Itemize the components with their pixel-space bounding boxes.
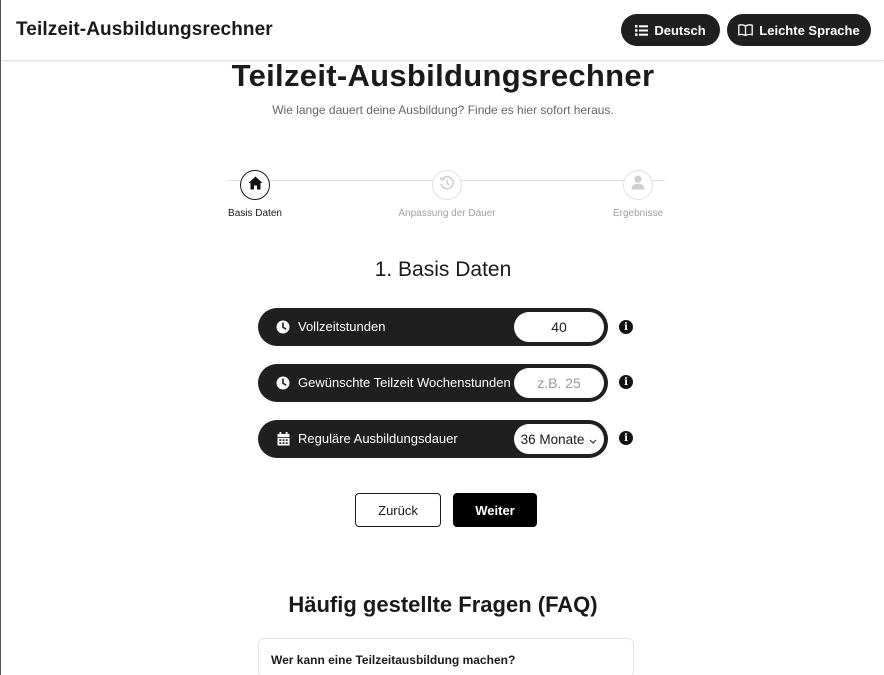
clock-icon — [275, 319, 291, 335]
ausbildungsdauer-selected: 36 Monate — [520, 431, 585, 447]
teilzeit-wochenstunden-input[interactable] — [514, 368, 604, 398]
faq-title: Häufig gestellte Fragen (FAQ) — [288, 592, 598, 617]
info-icon[interactable]: i — [619, 375, 633, 389]
faq-question: Wer kann eine Teilzeitausbildung machen? — [271, 653, 516, 667]
history-icon — [439, 175, 455, 196]
home-icon — [248, 176, 263, 195]
easy-language-button-label: Leichte Sprache — [759, 22, 860, 38]
field-label-teilzeit-wochenstunden: Gewünschte Teilzeit Wochenstunden — [298, 375, 511, 390]
user-icon — [631, 175, 645, 195]
step-basis-daten[interactable] — [240, 170, 270, 200]
clock-icon — [275, 375, 291, 391]
ausbildungsdauer-select[interactable]: 36 Monate — [514, 424, 604, 454]
chevron-down-icon — [589, 432, 597, 447]
language-button[interactable]: Deutsch — [621, 14, 720, 46]
info-icon[interactable]: i — [619, 431, 633, 445]
step-anpassung[interactable] — [432, 170, 462, 200]
page-title: Teilzeit-Ausbildungsrechner — [231, 58, 655, 93]
step-label-anpassung: Anpassung der Dauer — [398, 208, 496, 219]
field-label-vollzeitstunden: Vollzeitstunden — [298, 319, 386, 334]
vollzeitstunden-input[interactable] — [514, 312, 604, 342]
step-label-basis-daten: Basis Daten — [228, 208, 282, 219]
easy-language-button[interactable]: Leichte Sprache — [727, 14, 871, 46]
info-icon[interactable]: i — [619, 320, 633, 334]
section-title: 1. Basis Daten — [374, 258, 512, 281]
field-ausbildungsdauer: Reguläre Ausbildungsdauer 36 Monate — [258, 420, 608, 458]
calendar-icon — [275, 431, 291, 447]
top-bar: Teilzeit-Ausbildungsrechner Deutsch Leic… — [1, 0, 884, 61]
book-icon — [738, 24, 754, 36]
brand-title[interactable]: Teilzeit-Ausbildungsrechner — [16, 19, 273, 41]
step-ergebnisse[interactable] — [623, 170, 653, 200]
field-label-ausbildungsdauer: Reguläre Ausbildungsdauer — [298, 431, 458, 446]
field-vollzeitstunden: Vollzeitstunden — [258, 308, 608, 346]
next-button[interactable]: Weiter — [453, 493, 537, 527]
page-subtitle: Wie lange dauert deine Ausbildung? Finde… — [272, 103, 614, 117]
back-button[interactable]: Zurück — [355, 493, 441, 527]
step-label-ergebnisse: Ergebnisse — [612, 208, 664, 219]
faq-item[interactable]: Wer kann eine Teilzeitausbildung machen? — [258, 638, 634, 675]
list-icon — [635, 24, 649, 36]
language-button-label: Deutsch — [654, 22, 706, 38]
field-teilzeit-wochenstunden: Gewünschte Teilzeit Wochenstunden — [258, 364, 608, 402]
